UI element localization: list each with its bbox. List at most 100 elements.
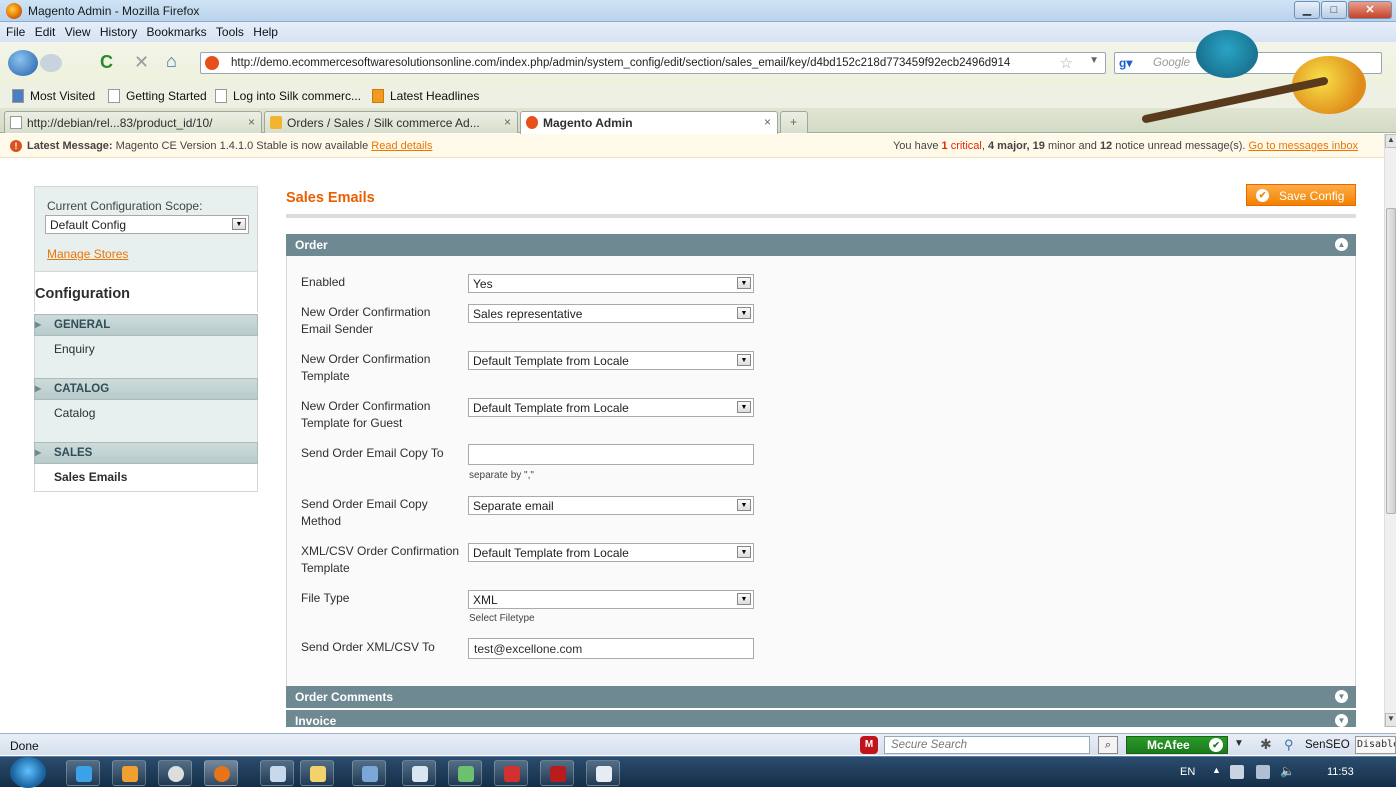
manage-stores-link[interactable]: Manage Stores: [47, 247, 128, 261]
save-config-button[interactable]: ✔ Save Config: [1246, 184, 1356, 206]
explorer-taskbar-button[interactable]: [300, 760, 334, 786]
ie-taskbar-button[interactable]: [66, 760, 100, 786]
scroll-down-icon[interactable]: ▼: [1385, 713, 1396, 727]
home-icon[interactable]: ⌂: [166, 51, 177, 72]
outlook-taskbar-button[interactable]: [112, 760, 146, 786]
sidebar-item-sales-emails[interactable]: Sales Emails: [34, 464, 258, 492]
tab-debian[interactable]: http://debian/rel...83/product_id/10/ ×: [4, 111, 262, 133]
tab-label: Magento Admin: [543, 116, 633, 130]
chevron-down-icon: ▼: [737, 277, 751, 289]
fieldset-header-invoice[interactable]: Invoice ▼: [286, 710, 1356, 727]
reload-icon[interactable]: C: [100, 52, 113, 73]
bookmark-silk-login[interactable]: Log into Silk commerc...: [233, 89, 361, 103]
enabled-select[interactable]: Yes ▼: [468, 274, 754, 293]
file-type-select[interactable]: XML ▼: [468, 590, 754, 609]
scrollbar-thumb[interactable]: [1386, 208, 1396, 514]
menu-help[interactable]: Help: [253, 25, 278, 39]
users-icon: [458, 766, 474, 782]
expand-icon[interactable]: ▼: [1335, 714, 1348, 727]
minimize-button[interactable]: ▁: [1294, 1, 1320, 19]
scroll-up-icon[interactable]: ▲: [1385, 134, 1396, 148]
menu-tools[interactable]: Tools: [216, 25, 244, 39]
dropdown-arrow-icon[interactable]: ▼: [1234, 738, 1244, 749]
read-details-link[interactable]: Read details: [371, 140, 432, 152]
sidebar-section-general[interactable]: ▶ GENERAL: [34, 314, 258, 336]
magento-icon: [526, 116, 538, 129]
copy-method-select[interactable]: Separate email ▼: [468, 496, 754, 515]
chrome-taskbar-button[interactable]: [158, 760, 192, 786]
xml-template-label: XML/CSV Order Confirmation Template: [301, 544, 460, 575]
gear-icon[interactable]: ✱: [1260, 736, 1272, 753]
menu-history[interactable]: History: [100, 25, 137, 39]
send-xml-to-input[interactable]: test@excellone.com: [468, 638, 754, 659]
file-type-label: File Type: [301, 591, 350, 605]
start-button[interactable]: [10, 757, 46, 788]
mail-taskbar-button[interactable]: [260, 760, 294, 786]
tab-magento-admin[interactable]: Magento Admin ×: [520, 111, 778, 134]
back-button[interactable]: [8, 50, 38, 76]
close-tab-icon[interactable]: ×: [504, 115, 511, 129]
collapse-icon[interactable]: ▲: [1335, 238, 1348, 251]
send-xml-to-label: Send Order XML/CSV To: [301, 640, 435, 654]
stop-icon[interactable]: ✕: [134, 52, 149, 73]
bookmark-getting-started[interactable]: Getting Started: [126, 89, 207, 103]
sidebar-section-sales[interactable]: ▶ SALES: [34, 442, 258, 464]
magnifier-icon[interactable]: ⚲: [1284, 737, 1294, 753]
scope-select[interactable]: Default Config ▼: [45, 215, 249, 234]
network-status-icon[interactable]: [1230, 765, 1244, 779]
forward-button[interactable]: [40, 54, 62, 72]
url-bar[interactable]: http://demo.ecommercesoftwaresolutionson…: [200, 52, 1106, 74]
word-taskbar-button[interactable]: [586, 760, 620, 786]
notepad-taskbar-button[interactable]: [402, 760, 436, 786]
menu-bookmarks[interactable]: Bookmarks: [147, 25, 207, 39]
firefox-icon: [6, 3, 22, 19]
messages-inbox-link[interactable]: Go to messages inbox: [1249, 140, 1358, 152]
new-tab-button[interactable]: +: [780, 111, 808, 133]
language-indicator[interactable]: EN: [1180, 766, 1195, 778]
fieldset-header-order-comments[interactable]: Order Comments ▼: [286, 686, 1356, 708]
clock[interactable]: 11:53: [1327, 766, 1354, 778]
secure-search-input[interactable]: Secure Search: [884, 736, 1090, 754]
maximize-button[interactable]: □: [1321, 1, 1347, 19]
close-tab-icon[interactable]: ×: [248, 115, 255, 129]
email-sender-select[interactable]: Sales representative ▼: [468, 304, 754, 323]
xml-template-select[interactable]: Default Template from Locale ▼: [468, 543, 754, 562]
menu-file[interactable]: File: [6, 25, 25, 39]
disabled-badge[interactable]: Disabled: [1355, 736, 1396, 754]
copy-method-label: Send Order Email Copy Method: [301, 497, 428, 528]
filezilla-taskbar-button[interactable]: [540, 760, 574, 786]
menu-view[interactable]: View: [65, 25, 91, 39]
guest-template-select[interactable]: Default Template from Locale ▼: [468, 398, 754, 417]
mcafee-shield-icon[interactable]: M: [860, 736, 878, 754]
page-scrollbar[interactable]: ▲ ▼: [1384, 134, 1396, 727]
volume-icon[interactable]: 🔈: [1280, 764, 1295, 778]
url-dropdown-icon[interactable]: ▼: [1089, 55, 1099, 66]
section-label: GENERAL: [54, 319, 111, 331]
app-taskbar-button[interactable]: [494, 760, 528, 786]
confirmation-template-select[interactable]: Default Template from Locale ▼: [468, 351, 754, 370]
fieldset-header-order[interactable]: Order ▲: [286, 234, 1356, 256]
users-taskbar-button[interactable]: [448, 760, 482, 786]
page-content: ! Latest Message: Magento CE Version 1.4…: [0, 134, 1384, 727]
search-icon[interactable]: ⌕: [1098, 736, 1118, 754]
network-taskbar-button[interactable]: [352, 760, 386, 786]
google-icon[interactable]: g▾: [1119, 56, 1137, 70]
menu-edit[interactable]: Edit: [35, 25, 56, 39]
firefox-taskbar-button[interactable]: [204, 760, 238, 786]
email-copy-to-input[interactable]: [468, 444, 754, 465]
senseo-label[interactable]: SenSEO: [1305, 739, 1350, 751]
bookmark-star-icon[interactable]: ☆: [1060, 54, 1073, 72]
sidebar-item-enquiry[interactable]: Enquiry: [34, 336, 258, 378]
close-window-button[interactable]: ✕: [1348, 1, 1392, 19]
expand-icon[interactable]: ▼: [1335, 690, 1348, 703]
monitor-icon[interactable]: [1256, 765, 1270, 779]
sidebar-section-catalog[interactable]: ▶ CATALOG: [34, 378, 258, 400]
sidebar-item-catalog[interactable]: Catalog: [34, 400, 258, 442]
close-tab-icon[interactable]: ×: [764, 115, 771, 129]
tab-orders[interactable]: Orders / Sales / Silk commerce Ad... ×: [264, 111, 518, 133]
bookmark-most-visited[interactable]: Most Visited: [30, 89, 95, 103]
minor-label: minor and: [1047, 140, 1097, 152]
bookmark-latest-headlines[interactable]: Latest Headlines: [390, 89, 479, 103]
mcafee-siteadvisor-button[interactable]: McAfee ✔: [1126, 736, 1228, 754]
tray-expand-icon[interactable]: ▲: [1212, 765, 1221, 775]
